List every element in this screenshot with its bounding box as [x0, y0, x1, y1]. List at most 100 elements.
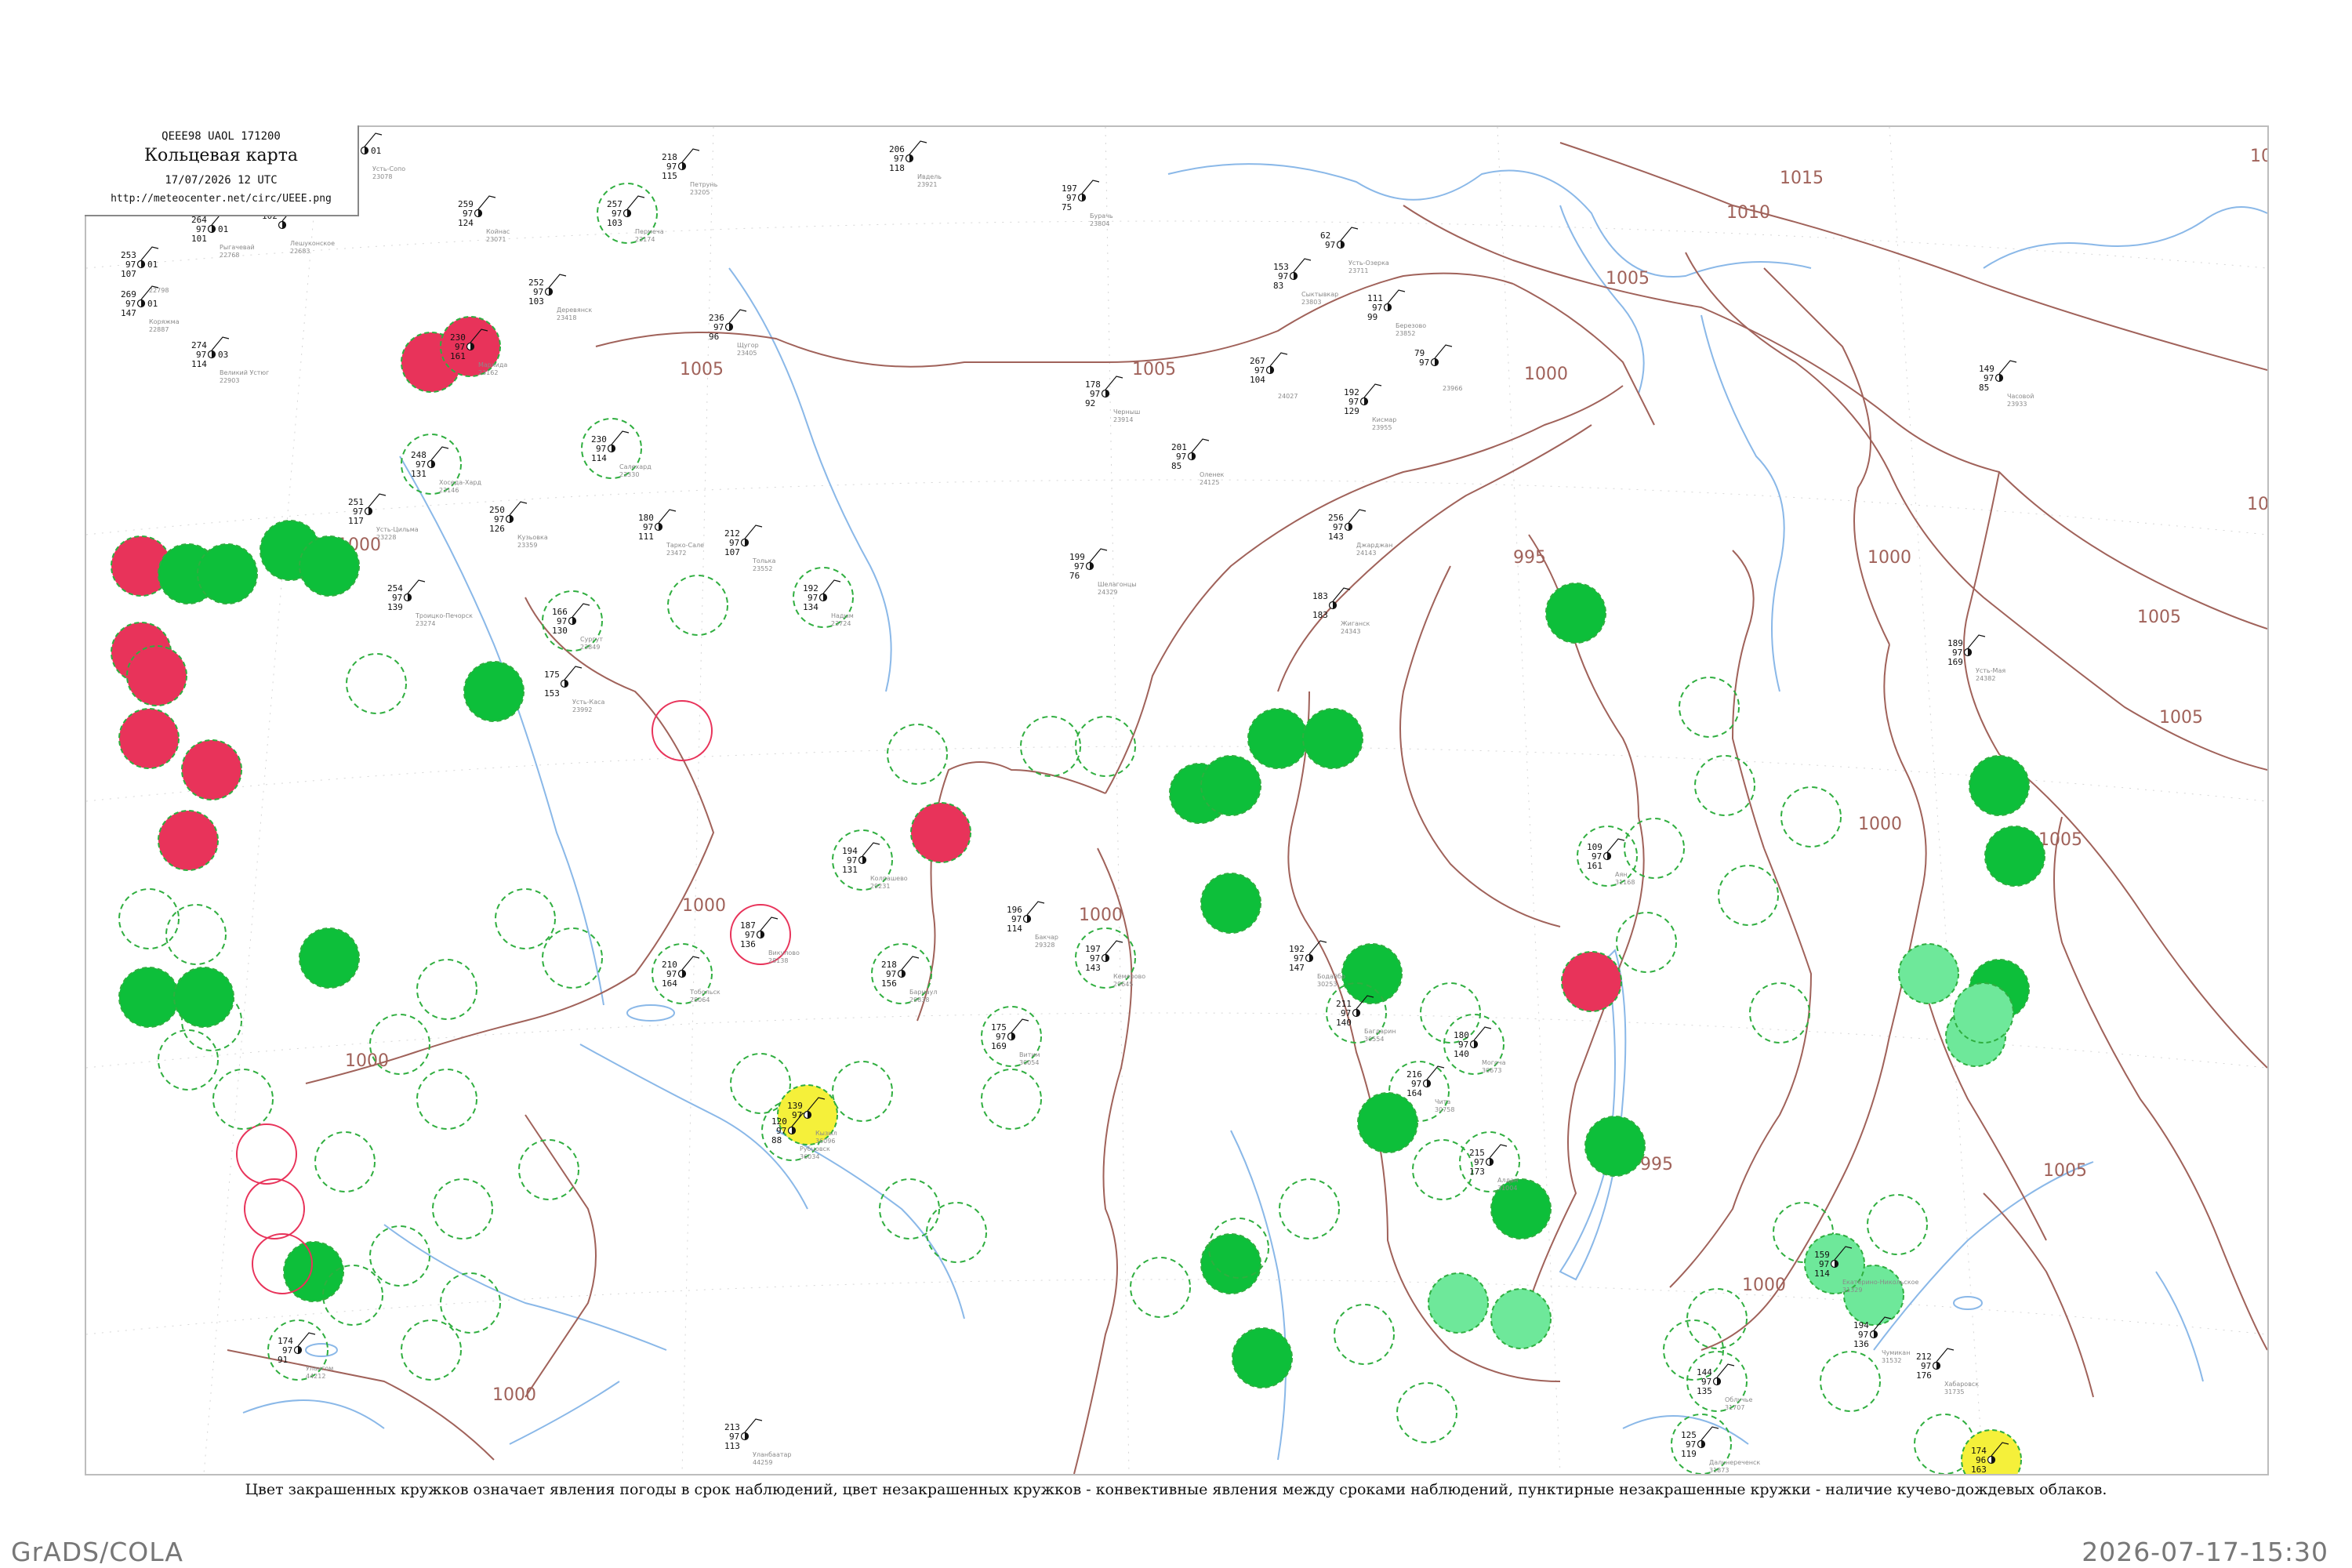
- station-28064[interactable]: 21097164Тобольск28064: [662, 956, 720, 1004]
- station-visibility: 01: [371, 146, 381, 156]
- station-22798[interactable]: 25397 0110722798: [121, 246, 169, 294]
- station-name: Шелагонцы: [1098, 581, 1137, 588]
- station-30054[interactable]: 17597169Витим30054: [991, 1018, 1040, 1066]
- station-23803[interactable]: 1539783Сыктывкар23803: [1273, 258, 1338, 306]
- station-23804[interactable]: 1979775Бурачь23804: [1062, 180, 1113, 227]
- station-humidity: 97: [1325, 240, 1335, 250]
- wind-barb-icon: [909, 140, 927, 155]
- station-31873[interactable]: 12597119Дальнереченск31873: [1681, 1426, 1760, 1474]
- weather-ring-17-cb-ring: [212, 1069, 274, 1130]
- station-29328[interactable]: 19697114Бакчар29328: [1007, 901, 1058, 949]
- station-30758[interactable]: 21697164Чита30758: [1406, 1065, 1454, 1113]
- wind-barb-icon: [760, 916, 779, 931]
- station-23330[interactable]: 23097114Салехард23330: [591, 430, 652, 478]
- wind-barb-icon: [1998, 360, 2017, 375]
- station-23955[interactable]: 19297129Кисмар23955: [1344, 383, 1396, 431]
- footer-timestamp: 2026-07-17-15:30: [2082, 1537, 2328, 1567]
- station-30673[interactable]: 18097140Могоча30673: [1454, 1026, 1506, 1074]
- legend-caption: Цвет закрашенных кружков означает явлени…: [245, 1481, 2107, 1498]
- weather-ring-80-cb-ring: [346, 653, 407, 714]
- footer-software: GrADS/COLA: [11, 1537, 183, 1567]
- wind-barb-icon: [509, 501, 528, 516]
- station-name: Хоседа-Хард: [439, 479, 481, 486]
- station-22768[interactable]: 26497 01101Рыгачевай22768: [191, 211, 255, 259]
- station-name: Могоча: [1482, 1059, 1506, 1066]
- station-23274[interactable]: 25497139Троицко-Печорск23274: [387, 579, 473, 627]
- map-canvas[interactable]: 1010 1015 1010 1005 1005 1005 1005 1000 …: [86, 127, 2267, 1474]
- weather-ring-87-cb-ring: [981, 1069, 1042, 1130]
- station-29645[interactable]: 19797143Кемерово29645: [1085, 940, 1145, 988]
- station-23724[interactable]: 19297134Надым23724: [803, 579, 854, 627]
- station-23914[interactable]: 1789792Черныш23914: [1085, 376, 1140, 423]
- wind-barb-icon: [681, 148, 700, 163]
- station-24125[interactable]: 2019785Оленек24125: [1171, 438, 1224, 486]
- wind-barb-icon: [744, 1418, 763, 1433]
- station-24027[interactable]: 2679710424027: [1250, 352, 1298, 400]
- map-frame[interactable]: 1010 1015 1010 1005 1005 1005 1005 1000 …: [85, 125, 2269, 1475]
- isobar-label-1000-se: 1000: [1742, 1276, 1786, 1295]
- isobar-label-1010-right: 1010: [2250, 147, 2267, 166]
- station-24143[interactable]: 25697143Джарджан24143: [1328, 509, 1392, 557]
- weather-ring-17: [212, 1069, 274, 1130]
- weather-ring-40-cb-ring: [1130, 1257, 1191, 1318]
- station-index: 24125: [1200, 479, 1219, 486]
- station-23711[interactable]: 6297Усть-Озерка23711: [1320, 227, 1389, 274]
- station-23552[interactable]: 21297107Толька23552: [724, 524, 775, 572]
- weather-ring-23-cb-ring: [432, 1178, 493, 1240]
- station-name: Мархида: [478, 361, 507, 368]
- station-index: 44259: [753, 1459, 772, 1466]
- weather-ring-40: [1130, 1257, 1191, 1318]
- station-pressure: 91: [278, 1355, 288, 1365]
- station-24343[interactable]: 183 183 Жиганск24343: [1312, 587, 1370, 635]
- wind-barb-icon: [1473, 1026, 1492, 1041]
- station-22903[interactable]: 27497 03114Великий Устюг22903: [191, 336, 269, 384]
- station-23205[interactable]: 21897115Петрунь23205: [662, 148, 718, 196]
- station-23852[interactable]: 1119799Березово23852: [1367, 289, 1426, 337]
- station-23472[interactable]: 18097111Тарко-Сале23472: [638, 509, 704, 557]
- station-44259[interactable]: 21397113Уланбаатар44259: [724, 1418, 792, 1466]
- map-url[interactable]: http://meteocenter.net/circ/UEEE.png: [85, 193, 358, 205]
- station-31707[interactable]: 14497135Облучье31707: [1697, 1363, 1753, 1411]
- station-index: 29645: [1113, 981, 1133, 988]
- map-title-box: QEEE98 UAOL 171200 Кольцевая карта 17/07…: [85, 125, 359, 216]
- station-pressure: 92: [1085, 398, 1095, 408]
- station-23146[interactable]: 24897131Хоседа-Хард23146: [411, 446, 481, 494]
- station-29231[interactable]: 19497131Колпашево29231: [842, 842, 908, 890]
- station-pressure: 139: [387, 602, 403, 612]
- station-31735[interactable]: 21297176Хабаровск31735: [1916, 1348, 1979, 1396]
- station-23418[interactable]: 25297103Деревянск23418: [528, 274, 592, 321]
- station-28138[interactable]: 18797136Викулово28138: [740, 916, 800, 964]
- station-index: 22887: [149, 326, 169, 333]
- wind-barb-icon: [1606, 838, 1625, 853]
- station-31004[interactable]: 21597173Алдан31004: [1469, 1144, 1518, 1192]
- station-23174[interactable]: 25797103Пермеча23174: [607, 195, 664, 243]
- station-23966[interactable]: 799723966: [1414, 344, 1462, 392]
- station-24382[interactable]: 18997169Усть-Мая24382: [1947, 634, 2005, 682]
- station-23359[interactable]: 25097126Кузьовка23359: [489, 501, 548, 549]
- station-pressure: 161: [450, 351, 466, 361]
- weather-ring-59: [1490, 1288, 1552, 1349]
- isobar-label-1005-center: 1005: [1132, 360, 1176, 379]
- weather-ring-20-cb-ring: [165, 904, 227, 965]
- station-23992[interactable]: 175 153 Усть-Каса23992: [544, 666, 605, 713]
- station-pressure: 107: [121, 269, 136, 279]
- weather-ring-64-cb-ring: [1679, 677, 1740, 738]
- station-name: Тобольск: [689, 989, 720, 996]
- weather-ring-54: [1302, 708, 1363, 769]
- station-23228[interactable]: 25197117Усть-Цильма23228: [348, 493, 419, 541]
- weather-ring-70-fill: [1898, 943, 1959, 1004]
- station-pressure: 130: [552, 626, 568, 636]
- weather-ring-85-cb-ring: [416, 959, 477, 1020]
- station-23933[interactable]: 1499785Часовой23933: [1979, 360, 2034, 408]
- station-24329[interactable]: 1999776Шелагонцы24329: [1069, 548, 1137, 596]
- station-visibility: 01: [218, 224, 228, 234]
- weather-ring-24: [401, 1319, 462, 1381]
- station-index: 31168: [1615, 879, 1635, 886]
- station-23071[interactable]: 25997124Койнас23071: [458, 195, 510, 243]
- weather-ring-60-fill: [1584, 1116, 1646, 1177]
- station-30253[interactable]: 19297147Бодайбо30253: [1289, 940, 1345, 988]
- station-pressure: 104: [1250, 375, 1265, 385]
- station-pressure: 114: [591, 453, 607, 463]
- station-23921[interactable]: 20697118Ивдель23921: [889, 140, 942, 188]
- station-index: 30758: [1435, 1106, 1454, 1113]
